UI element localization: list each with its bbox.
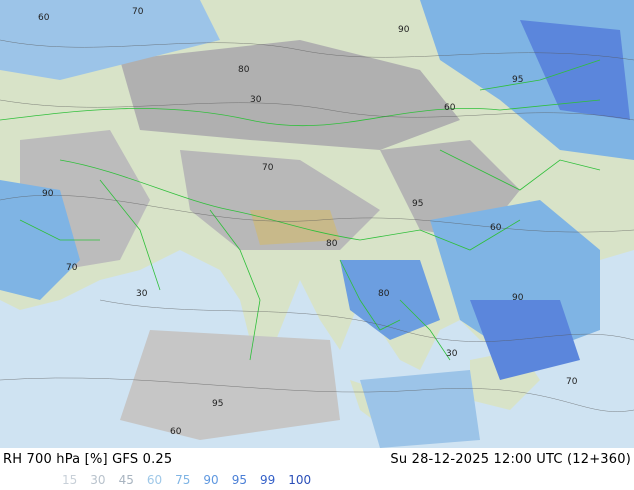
map-footer: RH 700 hPa [%] GFS 0.25 Su 28-12-2025 12… bbox=[0, 448, 634, 490]
legend-value: 30 bbox=[90, 473, 106, 487]
contour-label: 70 bbox=[66, 263, 78, 273]
contour-label: 95 bbox=[412, 199, 423, 209]
contour-label: 95 bbox=[512, 75, 523, 85]
contour-label: 30 bbox=[250, 95, 262, 105]
legend-value: 95 bbox=[231, 473, 247, 487]
map-title: RH 700 hPa [%] GFS 0.25 bbox=[3, 452, 173, 467]
map-svg: 60 70 80 90 95 30 60 70 80 90 95 30 60 7… bbox=[0, 0, 634, 448]
contour-label: 60 bbox=[170, 427, 182, 437]
contour-label: 60 bbox=[38, 13, 50, 23]
legend-value: 99 bbox=[259, 473, 276, 487]
contour-label: 70 bbox=[262, 163, 274, 173]
legend-value: 45 bbox=[118, 473, 134, 487]
legend-value: 90 bbox=[203, 473, 219, 487]
legend-value: 15 bbox=[62, 473, 78, 487]
contour-label: 80 bbox=[238, 65, 250, 75]
legend-value: 75 bbox=[175, 473, 191, 487]
contour-label: 95 bbox=[212, 399, 223, 409]
moist-region-south bbox=[360, 370, 480, 448]
contour-label: 30 bbox=[136, 289, 148, 299]
contour-label: 90 bbox=[512, 293, 524, 303]
contour-label: 70 bbox=[566, 377, 578, 387]
contour-label: 60 bbox=[490, 223, 502, 233]
color-legend: 15 30 45 60 75 90 95 99 100 bbox=[62, 473, 324, 487]
dry-region-indian-ocean bbox=[120, 330, 340, 440]
contour-label: 30 bbox=[446, 349, 458, 359]
legend-value: 100 bbox=[288, 473, 312, 487]
contour-label: 80 bbox=[326, 239, 338, 249]
contour-label: 90 bbox=[42, 189, 54, 199]
weather-map: 60 70 80 90 95 30 60 70 80 90 95 30 60 7… bbox=[0, 0, 634, 448]
contour-label: 90 bbox=[398, 25, 410, 35]
contour-label: 80 bbox=[378, 289, 390, 299]
contour-label: 60 bbox=[444, 103, 456, 113]
legend-value: 60 bbox=[146, 473, 163, 487]
contour-label: 70 bbox=[132, 7, 144, 17]
valid-time: Su 28-12-2025 12:00 UTC (12+360) bbox=[390, 452, 631, 467]
